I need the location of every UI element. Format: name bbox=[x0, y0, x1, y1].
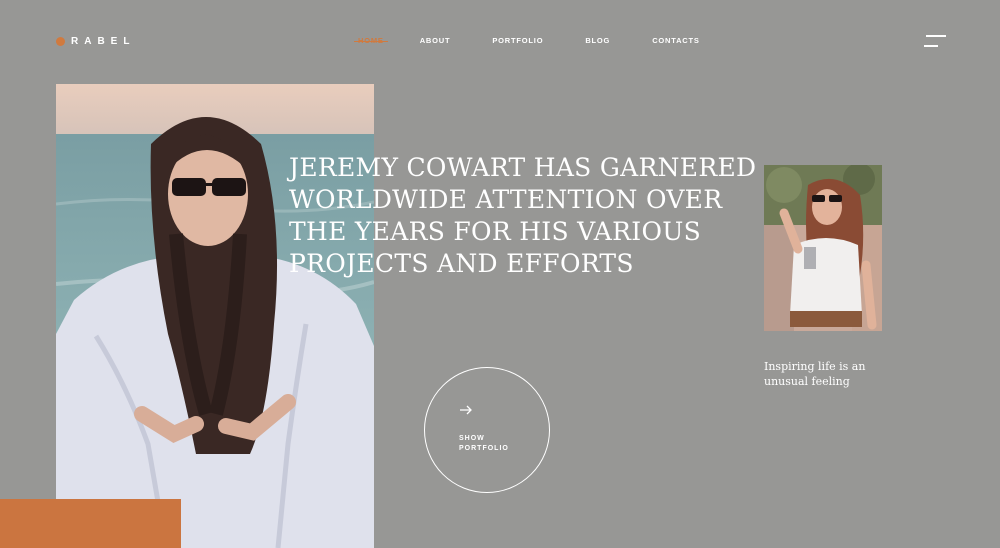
arrow-right-icon bbox=[460, 405, 472, 415]
side-photo bbox=[764, 165, 882, 331]
logo-text: RABEL bbox=[71, 36, 136, 47]
nav-item-home[interactable]: HOME bbox=[354, 36, 388, 45]
nav-item-blog[interactable]: BLOG bbox=[585, 36, 610, 45]
main-nav: HOME ABOUT PORTFOLIO BLOG CONTACTS bbox=[354, 36, 742, 45]
nav-item-about[interactable]: ABOUT bbox=[420, 36, 451, 45]
hero-headline: Jeremy Cowart has garnered worldwide att… bbox=[289, 153, 757, 278]
logo[interactable]: RABEL bbox=[56, 36, 135, 47]
logo-dot-icon bbox=[56, 37, 65, 46]
nav-item-portfolio[interactable]: PORTFOLIO bbox=[492, 36, 543, 45]
show-portfolio-label: SHOW PORTFOLIO bbox=[459, 435, 509, 452]
hamburger-icon[interactable] bbox=[924, 35, 946, 49]
orange-accent-block bbox=[0, 499, 181, 548]
nav-item-contacts[interactable]: CONTACTS bbox=[652, 36, 700, 45]
side-caption: Inspiring life is an unusual feeling bbox=[764, 360, 866, 388]
show-portfolio-button[interactable]: SHOW PORTFOLIO bbox=[424, 367, 550, 493]
